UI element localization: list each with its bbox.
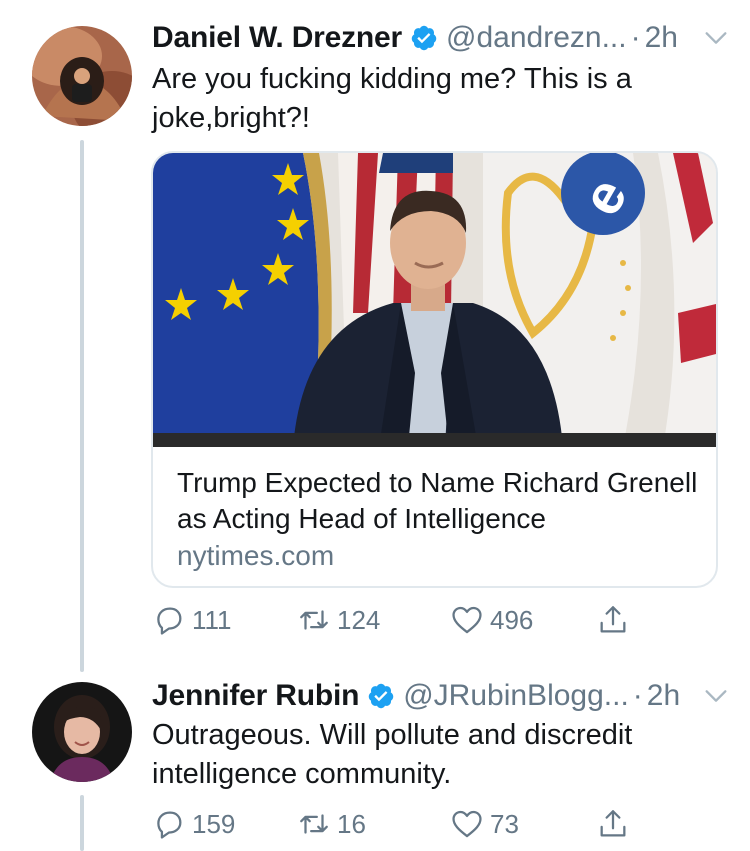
- card-image: e: [153, 153, 716, 447]
- link-card[interactable]: e Trump Expected to Name Richard Grenell…: [151, 151, 718, 588]
- separator: ·: [630, 21, 641, 54]
- verified-badge-icon: [368, 683, 394, 709]
- share-icon: [600, 810, 626, 837]
- retweet-count: 16: [337, 808, 366, 839]
- chevron-down-icon[interactable]: [702, 682, 730, 710]
- retweet-button[interactable]: 16: [297, 804, 366, 844]
- tweet-header: Daniel W. Drezner @dandrezn... · 2h: [152, 18, 730, 58]
- like-count: 496: [490, 604, 534, 635]
- share-button[interactable]: [596, 600, 630, 640]
- reply-button[interactable]: 111: [152, 600, 232, 640]
- avatar[interactable]: [32, 682, 132, 782]
- timestamp[interactable]: 2h: [647, 679, 680, 713]
- retweet-icon: [300, 610, 328, 630]
- reply-count: 159: [192, 808, 236, 839]
- tweet-actions: 159 16 73: [152, 804, 652, 844]
- chevron-down-icon[interactable]: [702, 24, 730, 52]
- timestamp[interactable]: 2h: [645, 21, 678, 55]
- tweet[interactable]: Jennifer Rubin @JRubinBlogg... · 2h Outr…: [0, 660, 750, 851]
- tweet-header: Jennifer Rubin @JRubinBlogg... · 2h: [152, 676, 730, 716]
- separator: ·: [632, 679, 643, 712]
- author-name[interactable]: Jennifer Rubin: [152, 679, 359, 713]
- author-handle[interactable]: @dandrezn...: [446, 21, 627, 55]
- author-handle[interactable]: @JRubinBlogg...: [403, 679, 629, 713]
- retweet-count: 124: [337, 604, 381, 635]
- avatar-image: [32, 26, 132, 126]
- reply-button[interactable]: 159: [152, 804, 235, 844]
- tweet-actions: 111 124 496: [152, 600, 652, 640]
- like-button[interactable]: 496: [450, 600, 533, 640]
- reply-icon: [157, 607, 182, 635]
- reply-count: 111: [192, 604, 232, 635]
- share-icon: [600, 606, 626, 633]
- like-icon: [452, 606, 482, 634]
- retweet-icon: [300, 814, 328, 834]
- like-icon: [452, 810, 482, 838]
- reply-icon: [157, 811, 182, 839]
- author-name[interactable]: Daniel W. Drezner: [152, 21, 402, 55]
- like-button[interactable]: 73: [450, 804, 519, 844]
- verified-badge-icon: [411, 25, 437, 51]
- card-title: Trump Expected to Name Richard Grenell a…: [177, 467, 698, 534]
- retweet-button[interactable]: 124: [297, 600, 380, 640]
- share-button[interactable]: [596, 804, 630, 844]
- like-count: 73: [490, 808, 519, 839]
- card-domain: nytimes.com: [177, 540, 335, 571]
- tweet-text: Outrageous. Will pollute and discredit i…: [152, 719, 633, 790]
- tweet-text: Are you fucking kidding me? This is a jo…: [152, 63, 632, 134]
- avatar[interactable]: [32, 26, 132, 126]
- avatar-image: [32, 682, 132, 782]
- tweet[interactable]: Daniel W. Drezner @dandrezn... · 2h Are …: [0, 0, 750, 660]
